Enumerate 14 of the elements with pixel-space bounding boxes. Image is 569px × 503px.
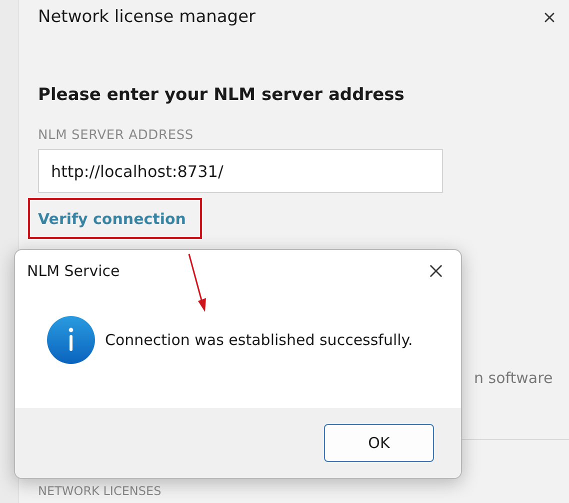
field-label: NLM SERVER ADDRESS [38, 128, 194, 143]
description-text: n software [474, 369, 553, 387]
close-icon[interactable] [429, 264, 443, 278]
heading: Please enter your NLM server address [38, 85, 406, 105]
window-title: Network license manager [38, 7, 256, 27]
server-address-field[interactable]: http://localhost:8731/ [38, 149, 443, 193]
annotation-arrow [188, 254, 206, 312]
dialog-title: NLM Service [27, 262, 120, 280]
dialog-message: Connection was established successfully. [105, 331, 413, 349]
close-icon[interactable] [544, 12, 555, 22]
ok-button[interactable]: OK [324, 424, 434, 462]
verify-connection-link[interactable]: Verify connection [38, 210, 186, 228]
info-icon [47, 316, 95, 364]
section-label: NETWORK LICENSES [38, 484, 162, 498]
